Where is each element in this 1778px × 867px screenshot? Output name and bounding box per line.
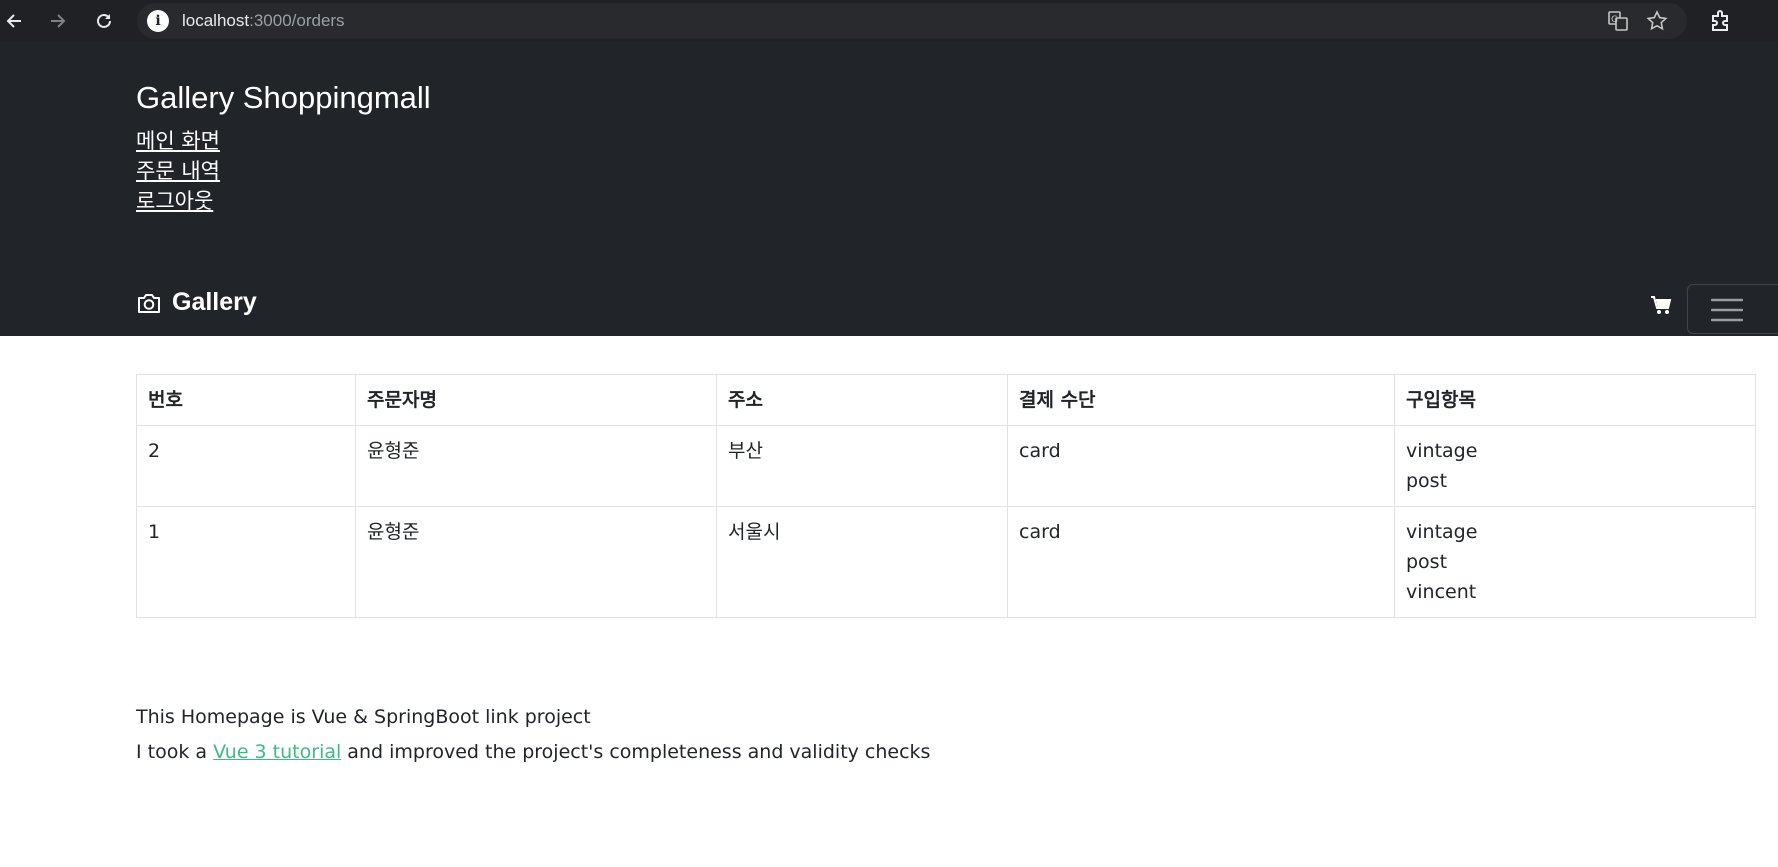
header-nav: 메인 화면 주문 내역 로그아웃: [136, 126, 220, 216]
site-header: Gallery Shoppingmall 메인 화면 주문 내역 로그아웃 Ga…: [0, 42, 1778, 336]
nav-link-orders[interactable]: 주문 내역: [136, 156, 220, 186]
translate-icon[interactable]: G: [1606, 9, 1630, 33]
navbar-toggler-button[interactable]: [1687, 284, 1778, 334]
navbar: Gallery: [0, 274, 1778, 336]
description-prefix: I took a: [136, 741, 214, 763]
url-text[interactable]: localhost:3000/orders: [182, 11, 345, 31]
camera-icon: [138, 293, 160, 313]
cell-number: 2: [136, 425, 356, 507]
page-description: This Homepage is Vue & SpringBoot link p…: [136, 700, 930, 770]
cell-items: vintage post: [1394, 425, 1756, 507]
column-header-orderer-name: 주문자명: [355, 374, 717, 426]
column-header-address: 주소: [716, 374, 1008, 426]
site-info-icon[interactable]: i: [147, 10, 169, 32]
reload-icon[interactable]: [90, 7, 118, 35]
site-title: Gallery Shoppingmall: [136, 80, 431, 115]
item-entry: vintage: [1406, 521, 1478, 543]
cell-payment-method: card: [1007, 425, 1395, 507]
table-row: 1 윤형준 서울시 card vintage post vincent: [136, 506, 1756, 618]
orders-table: 번호 주문자명 주소 결제 수단 구입항목 2 윤형준 부산 card vint…: [136, 374, 1756, 618]
column-header-number: 번호: [136, 374, 356, 426]
brand-label: Gallery: [172, 288, 257, 316]
column-header-items: 구입항목: [1394, 374, 1756, 426]
item-entry: vincent: [1406, 581, 1477, 603]
table-header-row: 번호 주문자명 주소 결제 수단 구입항목: [136, 374, 1756, 426]
description-suffix: and improved the project's completeness …: [341, 741, 931, 763]
cell-address: 부산: [716, 425, 1008, 507]
cell-number: 1: [136, 506, 356, 618]
description-line-1: This Homepage is Vue & SpringBoot link p…: [136, 706, 591, 728]
url-host: localhost: [182, 11, 250, 30]
nav-link-logout[interactable]: 로그아웃: [136, 186, 220, 216]
back-icon[interactable]: [0, 7, 28, 35]
vue-tutorial-link[interactable]: Vue 3 tutorial: [213, 741, 341, 763]
url-path: :3000/orders: [249, 11, 345, 30]
cell-payment-method: card: [1007, 506, 1395, 618]
menu-icon: [1711, 298, 1743, 322]
browser-toolbar: i localhost:3000/orders G: [0, 0, 1778, 42]
description-line-2: I took a Vue 3 tutorial and improved the…: [136, 735, 930, 770]
cell-orderer-name: 윤형준: [355, 425, 717, 507]
item-entry: vintage: [1406, 440, 1478, 462]
item-entry: post: [1406, 551, 1448, 573]
cell-items: vintage post vincent: [1394, 506, 1756, 618]
address-bar[interactable]: i localhost:3000/orders G: [137, 3, 1687, 39]
svg-text:G: G: [1611, 15, 1618, 25]
column-header-payment-method: 결제 수단: [1007, 374, 1395, 426]
cart-icon[interactable]: [1650, 294, 1672, 316]
brand-link[interactable]: Gallery: [136, 288, 257, 317]
nav-link-main[interactable]: 메인 화면: [136, 126, 220, 156]
item-entry: post: [1406, 470, 1448, 492]
cell-orderer-name: 윤형준: [355, 506, 717, 618]
table-row: 2 윤형준 부산 card vintage post: [136, 425, 1756, 507]
cell-address: 서울시: [716, 506, 1008, 618]
forward-icon[interactable]: [44, 7, 72, 35]
extensions-icon[interactable]: [1708, 8, 1734, 34]
bookmark-star-icon[interactable]: [1645, 9, 1669, 33]
